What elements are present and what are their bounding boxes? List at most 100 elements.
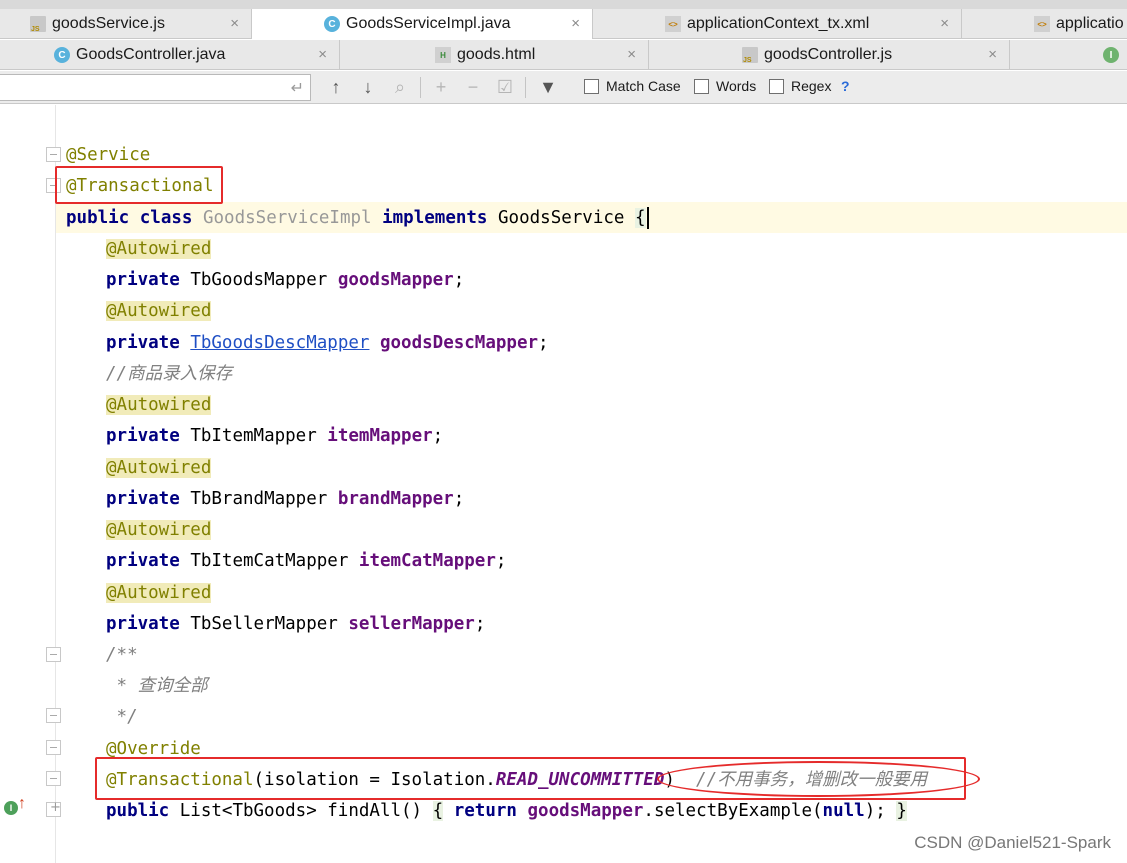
remove-selection-icon: − — [467, 76, 479, 97]
close-icon[interactable]: × — [571, 15, 580, 32]
tab-label: applicatio — [1056, 15, 1124, 32]
code-line: @Autowired — [106, 392, 212, 418]
keyword: private — [106, 270, 180, 290]
regex-checkbox[interactable]: Regex — [769, 78, 831, 94]
add-occurrence-button[interactable]: + — [430, 76, 452, 98]
tab-goods-service-js[interactable]: goodsService.js × — [0, 9, 252, 39]
tab-goods-service-impl-java[interactable]: C GoodsServiceImpl.java × — [252, 9, 593, 39]
close-icon[interactable]: × — [318, 46, 327, 63]
filter-button[interactable]: ▼ — [537, 76, 559, 98]
brace: { — [635, 208, 646, 228]
type-name: TbSellerMapper — [190, 614, 338, 634]
class-name: GoodsServiceImpl — [202, 208, 372, 228]
go-to-super-arrow-icon[interactable]: ↑ — [18, 795, 26, 813]
fold-marker[interactable] — [46, 771, 61, 786]
checkbox-box[interactable] — [769, 78, 784, 94]
type-name: TbBrandMapper — [190, 489, 328, 509]
fold-marker[interactable] — [46, 147, 61, 162]
code-editor[interactable]: I ↑ @Service @Transactional public class… — [0, 105, 1127, 863]
keyword: private — [106, 551, 180, 571]
tab-overflow-interface[interactable]: I — [1010, 40, 1127, 70]
window-top-strip — [0, 0, 1127, 9]
tab-application-context-tx-xml[interactable]: <> applicationContext_tx.xml × — [593, 9, 962, 39]
field-name: itemCatMapper — [358, 551, 496, 571]
keyword: public class — [66, 208, 193, 228]
java-class-icon: C — [324, 16, 340, 32]
fold-marker[interactable] — [46, 740, 61, 755]
field-name: sellerMapper — [348, 614, 475, 634]
select-all-occurrences-button[interactable]: ☑ — [494, 76, 516, 98]
keyword: implements — [382, 208, 488, 228]
field-name: goodsMapper — [527, 801, 644, 821]
toolbar-separator — [525, 77, 526, 98]
remove-occurrence-button[interactable]: − — [462, 76, 484, 98]
doc-comment: */ — [106, 707, 138, 727]
add-selection-icon: + — [435, 76, 447, 97]
fold-marker[interactable] — [46, 800, 61, 817]
java-class-icon: C — [54, 47, 70, 63]
code-line: private TbItemCatMapper itemCatMapper; — [106, 548, 506, 574]
annotation-autowired: @Autowired — [106, 239, 212, 259]
xml-file-icon: <> — [1034, 16, 1050, 32]
statement-end: ); — [864, 801, 886, 821]
field-name: itemMapper — [327, 426, 433, 446]
javascript-file-icon — [742, 47, 758, 64]
search-input[interactable]: ↵ — [0, 74, 311, 101]
tab-goods-controller-java[interactable]: C GoodsController.java × — [0, 40, 340, 70]
keyword: private — [106, 489, 180, 509]
code-line: private TbGoodsMapper goodsMapper; — [106, 267, 464, 293]
tab-goods-html[interactable]: H goods.html × — [340, 40, 649, 70]
tab-label: GoodsServiceImpl.java — [346, 15, 511, 32]
semicolon: ; — [453, 489, 465, 509]
type-name-link[interactable]: TbGoodsDescMapper — [190, 333, 369, 353]
tab-goods-controller-js[interactable]: goodsController.js × — [649, 40, 1010, 70]
code-line: @Autowired — [106, 455, 212, 481]
select-all-icon: ☑ — [496, 76, 514, 97]
code-line: @Service — [66, 142, 150, 168]
editor-tabs-row-1: goodsService.js × C GoodsServiceImpl.jav… — [0, 9, 1127, 39]
regex-label: Regex — [791, 78, 832, 94]
code-line: //商品录入保存 — [106, 361, 232, 387]
watermark: CSDN @Daniel521-Spark — [914, 833, 1111, 852]
fold-marker[interactable] — [46, 647, 61, 662]
close-icon[interactable]: × — [627, 46, 636, 63]
doc-comment: /** — [106, 645, 138, 665]
enter-icon: ↵ — [290, 80, 304, 97]
regex-help-link[interactable]: ? — [841, 78, 850, 94]
keyword: private — [106, 426, 180, 446]
code-line: public List<TbGoods> findAll() { return … — [106, 798, 907, 824]
close-icon[interactable]: × — [988, 46, 997, 63]
next-occurrence-button[interactable]: ↓ — [357, 76, 379, 98]
code-line: private TbSellerMapper sellerMapper; — [106, 611, 485, 637]
filter-funnel-icon: ▼ — [539, 76, 557, 97]
checkbox-box[interactable] — [584, 78, 599, 94]
fold-marker[interactable] — [46, 708, 61, 723]
field-name: goodsMapper — [337, 270, 454, 290]
keyword: return — [453, 801, 517, 821]
tab-application-xml[interactable]: <> applicatio — [962, 9, 1127, 39]
line-comment: //商品录入保存 — [106, 364, 233, 384]
find-all-icon: ⌕ — [394, 76, 406, 97]
match-case-checkbox[interactable]: Match Case — [584, 78, 681, 94]
close-icon[interactable]: × — [940, 15, 949, 32]
find-all-button[interactable]: ⌕ — [389, 76, 411, 98]
keyword: private — [106, 614, 180, 634]
checkbox-box[interactable] — [694, 78, 709, 94]
close-icon[interactable]: × — [230, 15, 239, 32]
code-line: @Autowired — [106, 580, 212, 606]
java-interface-icon: I — [1103, 47, 1119, 63]
words-checkbox[interactable]: Words — [694, 78, 756, 94]
code-line: @Autowired — [106, 236, 212, 262]
implements-method-icon[interactable]: I — [4, 801, 18, 815]
code-line: @Autowired — [106, 517, 212, 543]
brace: { — [432, 801, 444, 821]
field-name: goodsDescMapper — [379, 333, 539, 353]
code-line: private TbGoodsDescMapper goodsDescMappe… — [106, 330, 549, 356]
tab-label: goodsService.js — [52, 15, 165, 32]
previous-occurrence-button[interactable]: ↑ — [325, 76, 347, 98]
annotation-service: @Service — [66, 145, 151, 165]
highlight-oval-comment — [657, 761, 980, 797]
semicolon: ; — [432, 426, 444, 446]
doc-comment: * 查询全部 — [106, 676, 208, 696]
keyword: public — [106, 801, 170, 821]
